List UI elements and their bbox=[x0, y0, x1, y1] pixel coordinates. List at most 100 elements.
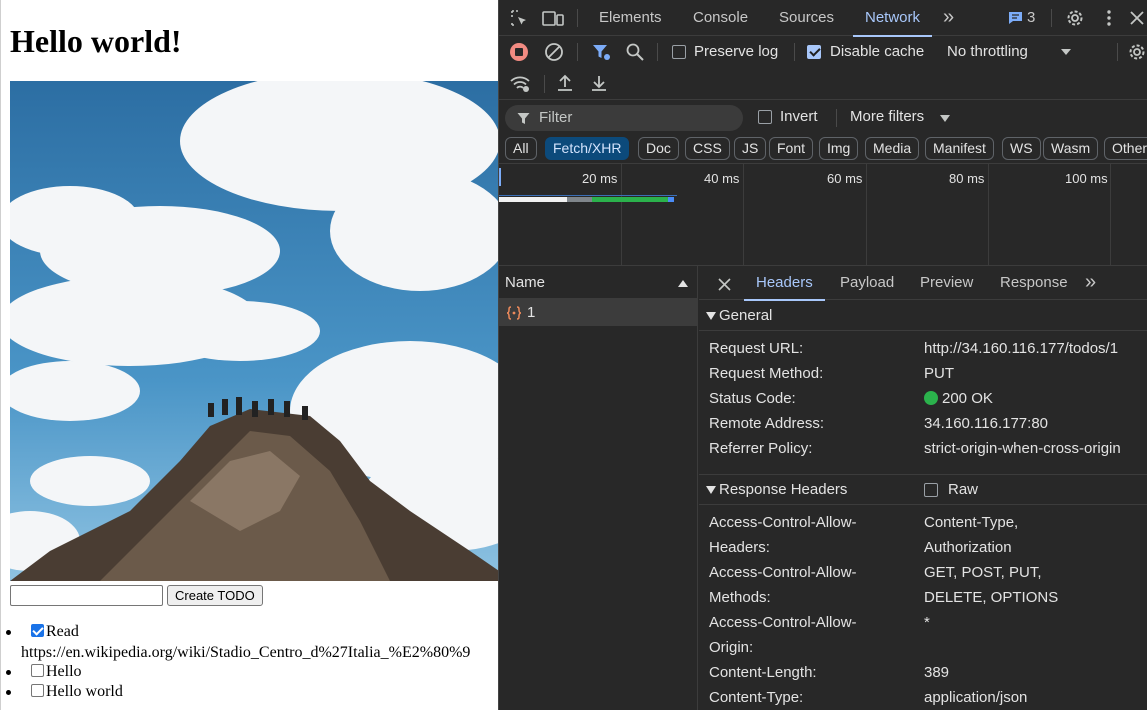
network-settings-gear-icon[interactable] bbox=[1127, 42, 1147, 62]
name-column-header[interactable]: Name bbox=[499, 266, 697, 299]
tab-headers[interactable]: Headers bbox=[744, 266, 825, 301]
type-filter-css[interactable]: CSS bbox=[685, 137, 730, 160]
tab-sources[interactable]: Sources bbox=[779, 0, 834, 36]
search-icon[interactable] bbox=[625, 42, 645, 62]
header-value: * bbox=[924, 614, 930, 631]
todo-checkbox-checked[interactable] bbox=[31, 624, 44, 637]
todo-url: https://en.wikipedia.org/wiki/Stadio_Cen… bbox=[21, 643, 471, 661]
type-filter-other[interactable]: Other bbox=[1104, 137, 1147, 160]
request-name: 1 bbox=[527, 304, 536, 321]
disable-cache-checkbox[interactable] bbox=[807, 45, 821, 59]
type-filter-font[interactable]: Font bbox=[769, 137, 814, 160]
header-value: GET, POST, PUT, bbox=[924, 564, 1042, 581]
request-details: Headers Payload Preview Response » Gener… bbox=[699, 266, 1147, 710]
todo-label: Read bbox=[46, 623, 79, 640]
header-value: 34.160.116.177:80 bbox=[924, 415, 1049, 432]
request-bar-download bbox=[668, 197, 674, 202]
invert-label: Invert bbox=[780, 108, 818, 125]
response-headers-section-header[interactable]: Response Headers Raw bbox=[699, 475, 1147, 505]
close-devtools-icon[interactable] bbox=[1127, 8, 1147, 28]
type-filter-doc[interactable]: Doc bbox=[638, 137, 679, 160]
type-filter-ws[interactable]: WS bbox=[1002, 137, 1041, 160]
create-todo-button[interactable]: Create TODO bbox=[167, 585, 263, 606]
fetch-request-braces-icon bbox=[506, 305, 522, 321]
devtools-tab-bar: Elements Console Sources Network » 3 bbox=[499, 0, 1147, 37]
issues-icon[interactable] bbox=[1007, 10, 1023, 26]
more-filters-dropdown[interactable]: More filters bbox=[850, 108, 924, 125]
filter-row: Filter Invert More filters bbox=[499, 100, 1147, 134]
timeline-selection-handle[interactable] bbox=[499, 168, 501, 186]
todo-checkbox[interactable] bbox=[31, 664, 44, 677]
tab-payload[interactable]: Payload bbox=[840, 266, 894, 300]
preserve-log-checkbox[interactable] bbox=[672, 45, 686, 59]
tab-console[interactable]: Console bbox=[693, 0, 748, 36]
general-section-header[interactable]: General bbox=[699, 301, 1147, 331]
status-code-value: 200 OK bbox=[924, 386, 993, 411]
timeline-tick: 80 ms bbox=[949, 171, 985, 186]
todo-label: Hello world bbox=[46, 682, 123, 700]
header-key: Referrer Policy: bbox=[709, 440, 813, 457]
collapse-triangle-icon bbox=[706, 312, 716, 320]
request-row[interactable]: 1 bbox=[499, 299, 697, 326]
general-section-title: General bbox=[719, 307, 773, 324]
export-har-download-icon[interactable] bbox=[589, 73, 609, 93]
tab-network[interactable]: Network bbox=[852, 0, 933, 37]
header-key: Headers: bbox=[709, 539, 770, 556]
throttling-select[interactable]: No throttling bbox=[947, 43, 1028, 60]
settings-gear-icon[interactable] bbox=[1064, 7, 1086, 29]
todo-text-input[interactable] bbox=[10, 585, 163, 606]
preserve-log-label: Preserve log bbox=[694, 43, 779, 60]
more-tabs-icon[interactable]: » bbox=[943, 0, 954, 36]
type-filter-wasm[interactable]: Wasm bbox=[1043, 137, 1099, 160]
detail-tab-bar: Headers Payload Preview Response » bbox=[699, 266, 1147, 301]
type-filter-media[interactable]: Media bbox=[865, 137, 920, 160]
type-filter-fetch-xhr[interactable]: Fetch/XHR bbox=[545, 137, 630, 160]
collapse-triangle-icon bbox=[706, 486, 716, 494]
header-value: Authorization bbox=[924, 539, 1012, 556]
header-value: DELETE, OPTIONS bbox=[924, 589, 1059, 606]
dropdown-arrow-icon[interactable] bbox=[939, 113, 951, 123]
tab-preview[interactable]: Preview bbox=[920, 266, 973, 300]
header-key: Remote Address: bbox=[709, 415, 825, 432]
clear-icon[interactable] bbox=[544, 42, 564, 62]
type-filter-all[interactable]: All bbox=[505, 137, 537, 160]
timeline-tick: 40 ms bbox=[704, 171, 740, 186]
stop-recording-icon[interactable] bbox=[509, 42, 529, 62]
type-filter-js[interactable]: JS bbox=[734, 137, 767, 160]
request-bar-outline bbox=[499, 195, 677, 196]
request-bar-ttfb bbox=[592, 197, 668, 202]
request-list: Name 1 bbox=[499, 266, 698, 710]
filter-icon bbox=[515, 110, 531, 126]
devtools-panel: Elements Console Sources Network » 3 Pre… bbox=[498, 0, 1147, 710]
device-toolbar-icon[interactable] bbox=[542, 8, 564, 28]
timeline-tick: 60 ms bbox=[827, 171, 863, 186]
tab-response[interactable]: Response bbox=[1000, 266, 1068, 300]
network-toolbar: Preserve log Disable cache No throttling bbox=[499, 36, 1147, 68]
todo-label: Hello bbox=[46, 663, 82, 680]
timeline-tick: 100 ms bbox=[1065, 171, 1108, 186]
import-har-upload-icon[interactable] bbox=[555, 73, 575, 93]
filter-funnel-icon[interactable] bbox=[591, 42, 611, 62]
raw-checkbox[interactable] bbox=[924, 483, 938, 497]
issues-count[interactable]: 3 bbox=[1027, 0, 1035, 36]
inspect-element-icon[interactable] bbox=[509, 8, 529, 28]
todo-checkbox[interactable] bbox=[31, 683, 44, 697]
filter-input[interactable]: Filter bbox=[505, 105, 743, 131]
header-key: Access-Control-Allow- bbox=[709, 564, 857, 581]
tab-elements[interactable]: Elements bbox=[599, 0, 662, 36]
raw-label: Raw bbox=[948, 481, 979, 498]
invert-checkbox[interactable] bbox=[758, 110, 772, 124]
close-details-icon[interactable] bbox=[716, 276, 732, 292]
header-key: Access-Control-Allow- bbox=[709, 514, 857, 531]
type-filter-img[interactable]: Img bbox=[819, 137, 859, 160]
header-key: Content-Length: bbox=[709, 664, 817, 681]
dropdown-arrow-icon[interactable] bbox=[1059, 46, 1073, 58]
more-detail-tabs-icon[interactable]: » bbox=[1085, 266, 1096, 300]
divider bbox=[794, 43, 795, 61]
network-conditions-wifi-icon[interactable] bbox=[509, 74, 531, 94]
divider bbox=[544, 75, 545, 93]
more-options-icon[interactable] bbox=[1099, 8, 1119, 28]
type-filter-manifest[interactable]: Manifest bbox=[925, 137, 994, 160]
network-timeline-overview[interactable]: 20 ms 40 ms 60 ms 80 ms 100 ms bbox=[499, 164, 1147, 266]
sort-ascending-icon[interactable] bbox=[677, 278, 689, 288]
